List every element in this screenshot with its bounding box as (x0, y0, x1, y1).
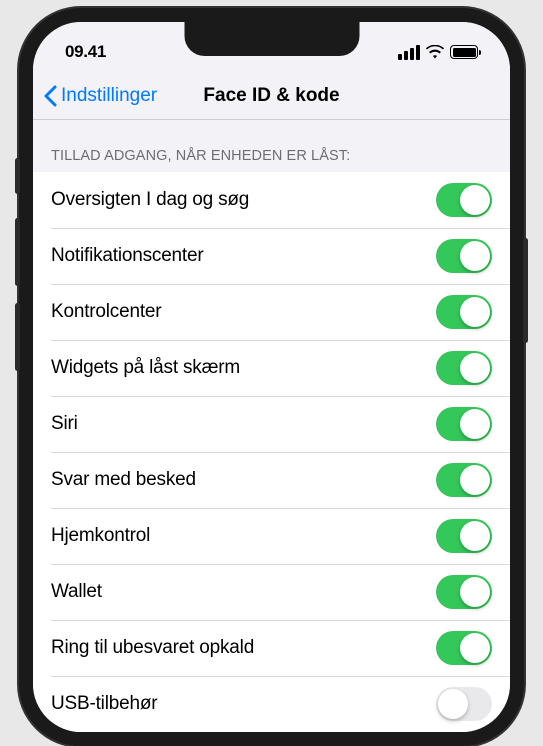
settings-list: Oversigten I dag og søg Notifikationscent… (33, 172, 510, 732)
side-button (15, 158, 20, 194)
list-item: Siri (33, 396, 510, 452)
row-label: Wallet (51, 581, 102, 603)
toggle-switch[interactable] (436, 575, 492, 609)
screen: 09.41 Indstillinger Face ID & k (33, 22, 510, 732)
toggle-knob (460, 241, 490, 271)
row-label: Siri (51, 413, 78, 435)
toggle-knob (438, 689, 468, 719)
page-title: Face ID & kode (203, 85, 339, 107)
list-item: Widgets på låst skærm (33, 340, 510, 396)
section-header: TILLAD ADGANG, NÅR ENHEDEN ER LÅST: (33, 120, 510, 172)
row-label: Notifikationscenter (51, 245, 204, 267)
notch (184, 22, 359, 56)
toggle-switch[interactable] (436, 519, 492, 553)
toggle-knob (460, 521, 490, 551)
wifi-icon (426, 45, 444, 59)
toggle-switch[interactable] (436, 463, 492, 497)
toggle-switch[interactable] (436, 183, 492, 217)
list-item: Svar med besked (33, 452, 510, 508)
toggle-knob (460, 409, 490, 439)
list-item: Kontrolcenter (33, 284, 510, 340)
toggle-knob (460, 577, 490, 607)
toggle-knob (460, 465, 490, 495)
toggle-switch[interactable] (436, 351, 492, 385)
list-item: Oversigten I dag og søg (33, 172, 510, 228)
side-button (523, 238, 528, 343)
list-item: Wallet (33, 564, 510, 620)
toggle-knob (460, 353, 490, 383)
back-label: Indstillinger (61, 85, 157, 107)
row-label: Hjemkontrol (51, 525, 150, 547)
toggle-switch[interactable] (436, 239, 492, 273)
toggle-knob (460, 633, 490, 663)
list-item: Ring til ubesvaret opkald (33, 620, 510, 676)
row-label: Ring til ubesvaret opkald (51, 637, 254, 659)
toggle-knob (460, 297, 490, 327)
side-button (15, 303, 20, 371)
side-button (15, 218, 20, 286)
list-item: USB-tilbehør (33, 676, 510, 732)
status-indicators (398, 45, 478, 60)
nav-bar: Indstillinger Face ID & kode (33, 72, 510, 120)
toggle-switch[interactable] (436, 631, 492, 665)
chevron-left-icon (43, 85, 57, 107)
list-item: Notifikationscenter (33, 228, 510, 284)
row-label: Widgets på låst skærm (51, 357, 240, 379)
toggle-knob (460, 185, 490, 215)
battery-icon (450, 45, 478, 59)
toggle-switch[interactable] (436, 407, 492, 441)
phone-frame: 09.41 Indstillinger Face ID & k (19, 8, 524, 746)
row-label: Svar med besked (51, 469, 196, 491)
row-label: Kontrolcenter (51, 301, 161, 323)
toggle-switch[interactable] (436, 295, 492, 329)
row-label: Oversigten I dag og søg (51, 189, 249, 211)
back-button[interactable]: Indstillinger (33, 85, 157, 107)
cellular-signal-icon (398, 45, 420, 60)
toggle-switch[interactable] (436, 687, 492, 721)
status-time: 09.41 (65, 42, 106, 62)
content-scroll[interactable]: TILLAD ADGANG, NÅR ENHEDEN ER LÅST: Over… (33, 120, 510, 732)
list-item: Hjemkontrol (33, 508, 510, 564)
row-label: USB-tilbehør (51, 693, 157, 715)
